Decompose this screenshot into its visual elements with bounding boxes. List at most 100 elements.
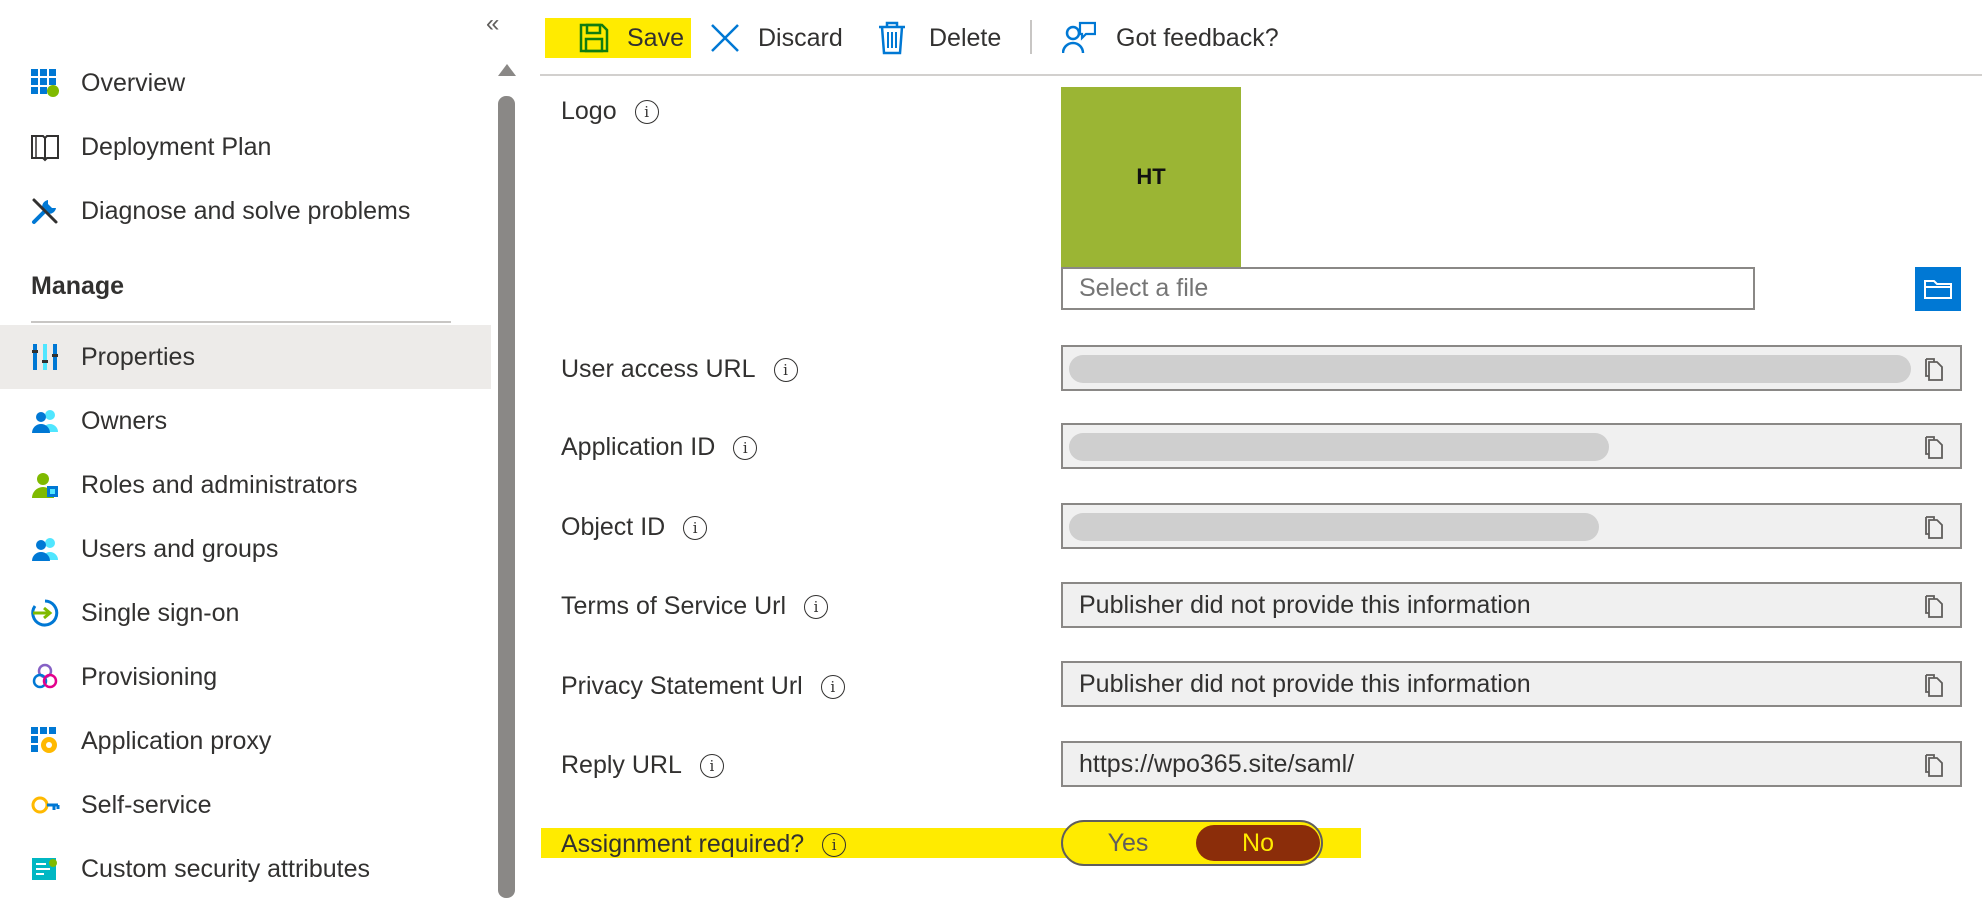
sidebar-item-provisioning[interactable]: Provisioning <box>0 645 491 709</box>
sidebar-item-application-proxy[interactable]: Application proxy <box>0 709 491 773</box>
grid-icon <box>31 69 59 97</box>
reply-url-label-text: Reply URL <box>561 751 682 779</box>
info-icon[interactable]: i <box>773 357 798 382</box>
wrench-icon <box>32 198 58 224</box>
sidebar-item-label: Roles and administrators <box>81 470 358 499</box>
info-icon[interactable]: i <box>634 99 659 124</box>
privacy-statement-url-label: Privacy Statement Url i <box>561 672 845 701</box>
sidebar-item-overview[interactable]: Overview <box>0 51 491 115</box>
terms-of-service-url-field[interactable]: Publisher did not provide this informati… <box>1061 582 1962 628</box>
object-id-label-text: Object ID <box>561 513 666 541</box>
sidebar-item-diagnose[interactable]: Diagnose and solve problems <box>0 179 491 243</box>
sidebar-item-properties[interactable]: Properties <box>0 325 491 389</box>
properties-icon <box>32 344 58 370</box>
terms-of-service-url-label: Terms of Service Url i <box>561 592 829 621</box>
book-icon <box>31 135 59 162</box>
assignment-required-label-text: Assignment required? <box>561 830 805 858</box>
save-icon <box>579 23 609 53</box>
security-attributes-icon <box>32 858 57 880</box>
reply-url-value: https://wpo365.site/saml/ <box>1079 749 1355 778</box>
scroll-up-arrow-icon[interactable] <box>498 64 516 76</box>
sidebar-item-label: Users and groups <box>81 534 279 563</box>
terms-of-service-url-label-text: Terms of Service Url <box>561 592 787 620</box>
scrollbar-thumb[interactable] <box>498 96 515 898</box>
toggle-option-no[interactable]: No <box>1196 825 1320 861</box>
discard-label: Discard <box>758 23 843 52</box>
sidebar-item-label: Custom security attributes <box>81 854 370 883</box>
copy-icon[interactable] <box>1922 594 1946 618</box>
logo-label-text: Logo <box>561 97 617 125</box>
toggle-option-yes[interactable]: Yes <box>1063 822 1193 864</box>
application-id-label-text: Application ID <box>561 433 716 461</box>
sidebar-nav: Overview Deployment Plan Diagnose and so… <box>0 0 491 898</box>
object-id-field[interactable] <box>1061 503 1962 549</box>
sidebar-item-deployment-plan[interactable]: Deployment Plan <box>0 115 491 179</box>
copy-icon[interactable] <box>1922 435 1946 459</box>
reply-url-field[interactable]: https://wpo365.site/saml/ <box>1061 741 1962 787</box>
sidebar-item-roles[interactable]: Roles and administrators <box>0 453 491 517</box>
sidebar-item-label: Overview <box>81 68 186 97</box>
save-button[interactable]: Save <box>545 18 691 58</box>
sidebar-item-self-service[interactable]: Self-service <box>0 773 491 837</box>
info-icon[interactable]: i <box>733 435 758 460</box>
sidebar-item-label: Application proxy <box>81 726 272 755</box>
app-proxy-icon <box>31 727 57 753</box>
application-id-label: Application ID i <box>561 433 758 462</box>
reply-url-label: Reply URL i <box>561 751 724 780</box>
copy-icon[interactable] <box>1922 357 1946 381</box>
sidebar-item-label: Provisioning <box>81 662 218 691</box>
section-divider <box>31 321 451 323</box>
redacted-value <box>1069 513 1599 541</box>
copy-icon[interactable] <box>1922 753 1946 777</box>
terms-of-service-url-value: Publisher did not provide this informati… <box>1079 590 1531 619</box>
sidebar-item-users-groups[interactable]: Users and groups <box>0 517 491 581</box>
application-id-field[interactable] <box>1061 423 1962 469</box>
copy-icon[interactable] <box>1922 515 1946 539</box>
sidebar-item-label: Properties <box>81 342 195 371</box>
provisioning-icon <box>32 663 58 689</box>
feedback-label: Got feedback? <box>1116 23 1279 52</box>
delete-button[interactable]: Delete <box>877 18 1001 58</box>
privacy-statement-url-value: Publisher did not provide this informati… <box>1079 669 1531 698</box>
redacted-value <box>1069 433 1609 461</box>
discard-button[interactable]: Discard <box>709 18 843 58</box>
privacy-statement-url-field[interactable]: Publisher did not provide this informati… <box>1061 661 1962 707</box>
privacy-statement-url-label-text: Privacy Statement Url <box>561 672 803 700</box>
feedback-button[interactable]: Got feedback? <box>1062 18 1279 58</box>
app-logo: HT <box>1061 87 1241 267</box>
trash-icon <box>879 21 905 55</box>
collapse-sidebar-icon[interactable]: « <box>486 12 499 36</box>
sidebar-item-custom-security-attributes[interactable]: Custom security attributes <box>0 837 491 901</box>
info-icon[interactable]: i <box>822 832 847 857</box>
info-icon[interactable]: i <box>820 674 845 699</box>
close-icon <box>711 24 739 52</box>
logo-label: Logo i <box>561 97 659 126</box>
roles-icon <box>32 473 58 498</box>
browse-file-button[interactable] <box>1915 267 1961 311</box>
redacted-value <box>1069 355 1911 383</box>
toolbar-divider <box>1030 20 1032 54</box>
sso-icon <box>31 599 59 627</box>
folder-icon <box>1924 280 1952 299</box>
sidebar-item-label: Deployment Plan <box>81 132 272 161</box>
user-access-url-field[interactable] <box>1061 345 1962 391</box>
sidebar-item-owners[interactable]: Owners <box>0 389 491 453</box>
assignment-required-toggle[interactable]: Yes No <box>1061 820 1323 866</box>
self-service-icon <box>31 796 60 814</box>
sidebar-item-single-sign-on[interactable]: Single sign-on <box>0 581 491 645</box>
users-icon <box>32 538 58 561</box>
logo-initials: HT <box>1136 164 1166 189</box>
sidebar-item-label: Owners <box>81 406 168 435</box>
sidebar-item-label: Diagnose and solve problems <box>81 196 411 225</box>
feedback-icon <box>1062 21 1096 54</box>
object-id-label: Object ID i <box>561 513 708 542</box>
people-icon <box>32 410 58 433</box>
info-icon[interactable]: i <box>804 594 829 619</box>
copy-icon[interactable] <box>1922 673 1946 697</box>
assignment-required-label: Assignment required? i <box>561 830 847 859</box>
logo-file-input[interactable] <box>1061 267 1755 310</box>
sidebar-item-label: Single sign-on <box>81 598 240 627</box>
info-icon[interactable]: i <box>683 515 708 540</box>
info-icon[interactable]: i <box>699 753 724 778</box>
sidebar-item-label: Self-service <box>81 790 212 819</box>
